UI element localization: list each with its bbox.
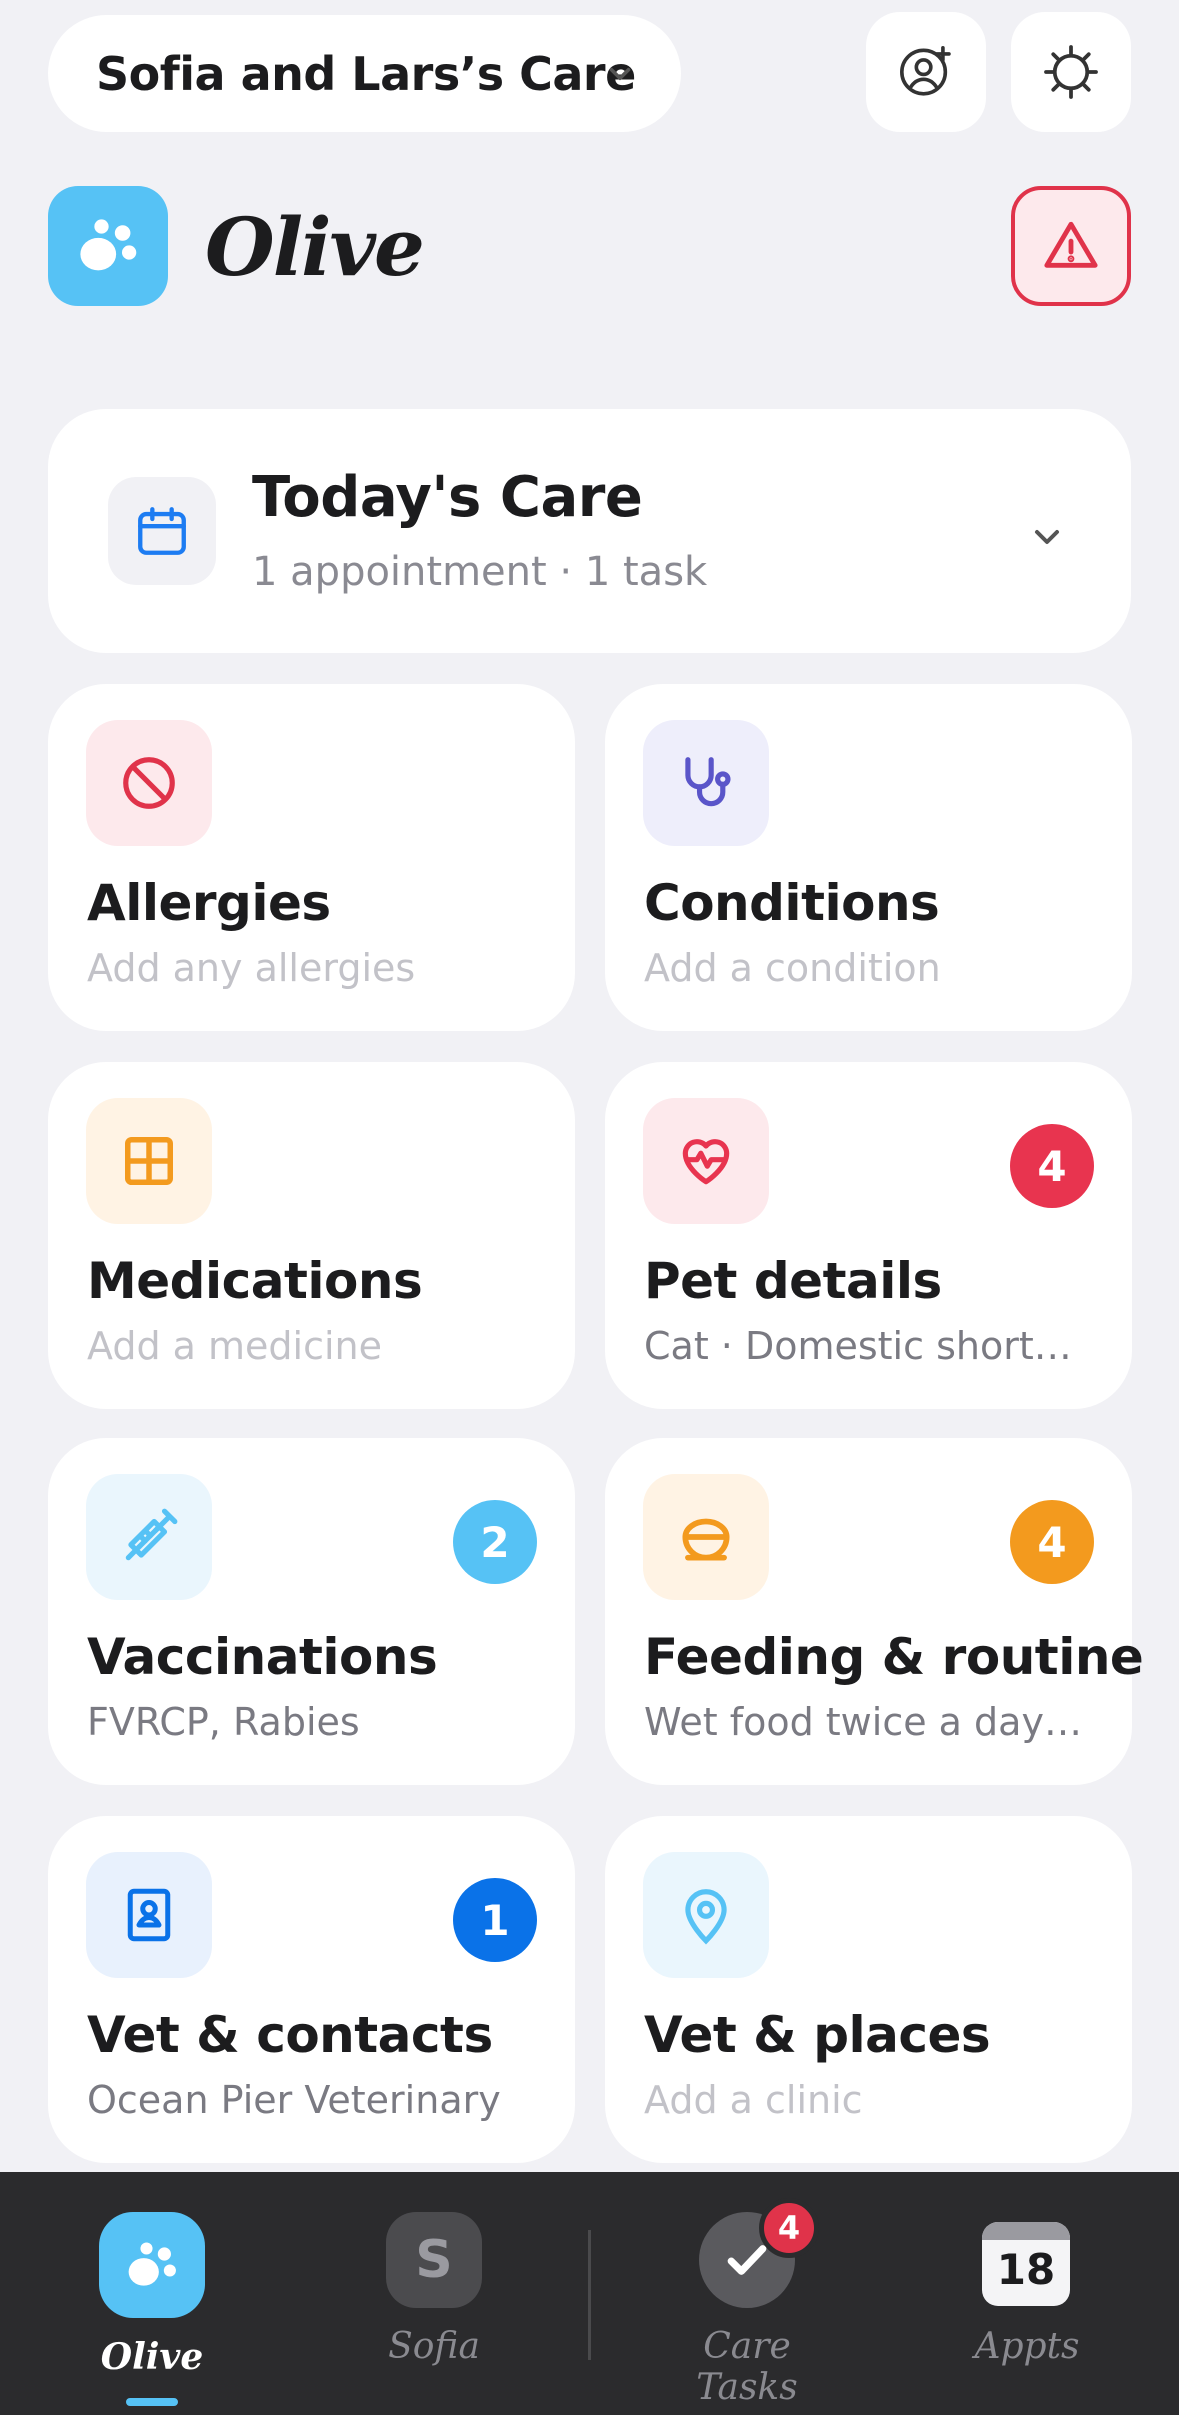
nav-item-sofia[interactable]: S Sofia xyxy=(334,2172,534,2415)
todays-care-icon-wrap xyxy=(108,477,216,585)
tile-feeding-routine[interactable]: 4 Feeding & routine Wet food twice a day… xyxy=(605,1438,1144,1785)
tile-vet-places[interactable]: Vet & places Add a clinic xyxy=(605,1816,1132,2163)
nav-label: Sofia xyxy=(388,2326,480,2367)
nav-item-olive[interactable]: Olive xyxy=(52,2172,252,2415)
nav-pet-avatar xyxy=(99,2212,205,2318)
tile-title: Pet details xyxy=(644,1252,942,1310)
count-badge: 4 xyxy=(1010,1500,1094,1584)
tile-icon-wrap xyxy=(643,720,769,846)
chevron-down-icon xyxy=(609,67,631,81)
tile-icon-wrap xyxy=(86,1098,212,1224)
calendar-icon xyxy=(138,507,186,555)
tile-subtitle: Add any allergies xyxy=(87,946,416,990)
tile-title: Vet & places xyxy=(644,2006,991,2064)
notification-badge: 4 xyxy=(759,2198,819,2258)
tile-title: Medications xyxy=(87,1252,423,1310)
tile-subtitle: Add a medicine xyxy=(87,1324,383,1368)
chevron-down-icon xyxy=(1035,530,1059,544)
tile-subtitle: Wet food twice a day · … xyxy=(644,1700,1094,1744)
tile-subtitle: Add a clinic xyxy=(644,2078,863,2122)
nav-item-care-tasks[interactable]: 4 Care Tasks xyxy=(647,2172,847,2415)
map-pin-icon xyxy=(685,1889,727,1945)
tile-title: Vaccinations xyxy=(87,1628,438,1686)
tile-vaccinations[interactable]: 2 Vaccinations FVRCP, Rabies xyxy=(48,1438,575,1785)
nav-label: Appts xyxy=(974,2326,1080,2367)
tile-title: Allergies xyxy=(87,874,331,932)
todays-care-card[interactable]: Today's Care 1 appointment · 1 task xyxy=(48,409,1131,653)
tile-subtitle: FVRCP, Rabies xyxy=(87,1700,360,1744)
no-entry-icon xyxy=(123,757,175,809)
syringe-icon xyxy=(125,1508,178,1561)
gear-icon xyxy=(1044,45,1098,99)
warning-triangle-icon xyxy=(1044,221,1098,268)
pill-box-icon xyxy=(125,1137,173,1185)
care-group-selector[interactable]: Sofia and Lars’s Care xyxy=(48,15,681,132)
tile-icon-wrap xyxy=(86,720,212,846)
count-badge: 1 xyxy=(453,1878,537,1962)
calendar-header xyxy=(982,2222,1070,2240)
add-person-button[interactable] xyxy=(866,12,986,132)
avatar: S xyxy=(386,2212,482,2308)
calendar-icon: 18 xyxy=(982,2222,1070,2306)
nav-divider xyxy=(588,2230,591,2360)
tile-title: Conditions xyxy=(644,874,940,932)
tile-title: Feeding & routine xyxy=(644,1628,1144,1686)
count-badge: 2 xyxy=(453,1500,537,1584)
tile-allergies[interactable]: Allergies Add any allergies xyxy=(48,684,575,1031)
tile-subtitle: Cat · Domestic shorth… xyxy=(644,1324,1094,1368)
calendar-date: 18 xyxy=(996,2245,1056,2294)
care-group-label: Sofia and Lars’s Care xyxy=(96,46,636,101)
food-bowl-icon xyxy=(682,1518,730,1561)
paw-icon xyxy=(80,219,137,271)
tile-pet-details[interactable]: 4 Pet details Cat · Domestic shorth… xyxy=(605,1062,1132,1409)
tile-subtitle: Ocean Pier Veterinary xyxy=(87,2078,501,2122)
tile-icon-wrap xyxy=(643,1474,769,1600)
tile-icon-wrap xyxy=(643,1098,769,1224)
nav-label: Care Tasks xyxy=(696,2326,798,2408)
tile-icon-wrap xyxy=(86,1474,212,1600)
bottom-nav: Olive S Sofia 4 Care Tasks 18 Appts xyxy=(0,2172,1179,2415)
active-indicator xyxy=(126,2398,178,2406)
person-add-icon xyxy=(900,46,951,96)
todays-care-summary: 1 appointment · 1 task xyxy=(252,549,708,595)
stethoscope-icon xyxy=(685,757,731,807)
todays-care-title: Today's Care xyxy=(252,465,643,530)
nav-label: Olive xyxy=(100,2336,204,2378)
nav-item-appts[interactable]: 18 Appts xyxy=(927,2172,1127,2415)
contact-book-icon xyxy=(127,1888,171,1942)
heart-pulse-icon xyxy=(682,1139,730,1185)
tile-medications[interactable]: Medications Add a medicine xyxy=(48,1062,575,1409)
tile-vet-contacts[interactable]: 1 Vet & contacts Ocean Pier Veterinary xyxy=(48,1816,575,2163)
tile-icon-wrap xyxy=(86,1852,212,1978)
paw-icon xyxy=(128,2242,176,2286)
pet-name: Olive xyxy=(205,200,425,294)
count-badge: 4 xyxy=(1010,1124,1094,1208)
pet-logo[interactable] xyxy=(48,186,168,306)
tile-title: Vet & contacts xyxy=(87,2006,493,2064)
tile-conditions[interactable]: Conditions Add a condition xyxy=(605,684,1132,1031)
settings-button[interactable] xyxy=(1011,12,1131,132)
emergency-alert-button[interactable] xyxy=(1011,186,1131,306)
tile-subtitle: Add a condition xyxy=(644,946,941,990)
tile-icon-wrap xyxy=(643,1852,769,1978)
